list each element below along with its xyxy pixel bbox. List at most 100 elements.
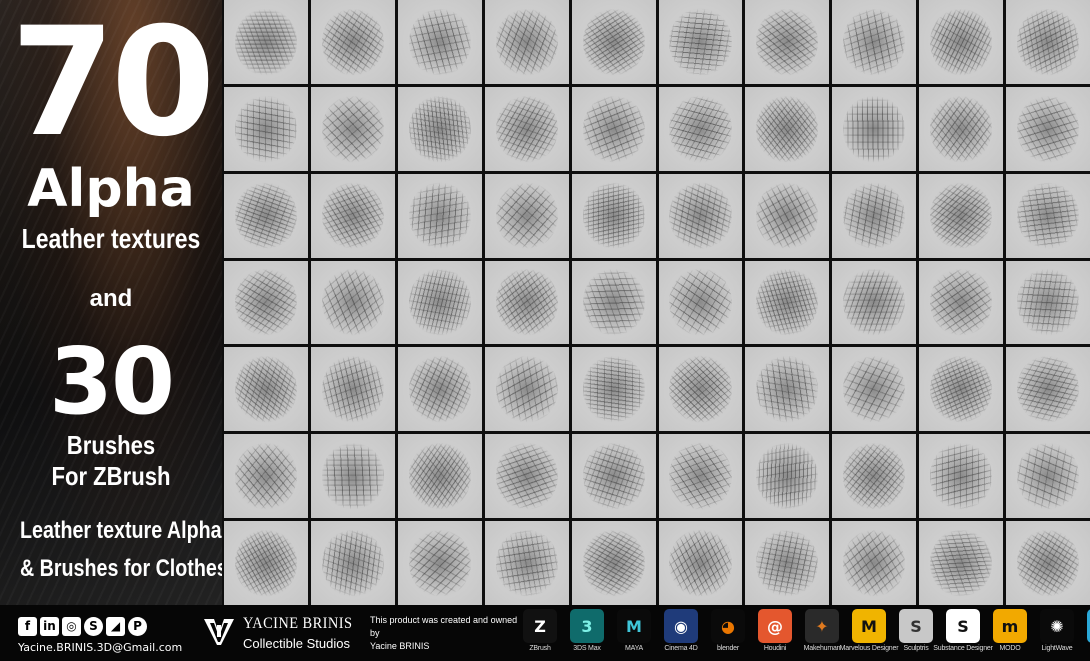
leather-texture-alpha	[582, 354, 645, 424]
makehuman-icon: ✦	[805, 609, 839, 643]
software-makehuman: ✦ Makehuman	[800, 609, 844, 652]
alpha-thumbnail	[484, 521, 569, 605]
alpha-thumbnail	[397, 347, 482, 432]
sculptris-icon: S	[899, 609, 933, 643]
alpha-preview-grid	[222, 0, 1090, 605]
leather-texture-alpha	[408, 441, 471, 511]
software-label: Makehuman	[803, 645, 841, 652]
leather-texture-alpha	[234, 528, 297, 598]
alpha-thumbnail	[832, 347, 917, 432]
software-label: MODO	[999, 645, 1021, 652]
alpha-thumbnail	[745, 173, 830, 258]
leather-texture-alpha	[843, 441, 906, 511]
leather-texture-alpha	[234, 181, 297, 250]
alpha-thumbnail	[310, 0, 395, 84]
skype-icon[interactable]: S	[84, 617, 103, 636]
alpha-thumbnail	[745, 0, 830, 84]
software-houdini: @ Houdini	[753, 609, 797, 652]
credit-line-1: This product was created and owned by	[370, 615, 518, 638]
substance-designer-icon: S	[946, 609, 980, 643]
leather-texture-alpha	[321, 94, 384, 164]
marvelous-designer-icon: M	[852, 609, 886, 643]
software-mudbox: MMudbox	[1082, 609, 1090, 652]
artstation-icon[interactable]: ◢	[106, 617, 125, 636]
leather-texture-alpha	[843, 268, 906, 337]
alpha-thumbnail	[658, 173, 743, 258]
leather-texture-alpha	[582, 181, 645, 250]
software-3ds-max: 3 3DS Max	[565, 609, 609, 652]
alpha-thumbnail	[397, 521, 482, 605]
credit-line-2: Yacine BRINIS	[370, 641, 430, 651]
leather-texture-alpha	[495, 354, 558, 424]
leather-texture-alpha	[756, 268, 819, 337]
leather-texture-alpha	[321, 181, 384, 250]
leather-texture-alpha	[756, 181, 819, 250]
alpha-thumbnail	[310, 173, 395, 258]
3ds-max-icon: 3	[570, 609, 604, 643]
tagline-line-1: Leather texture Alphas	[19, 517, 222, 544]
software-zbrush: Z ZBrush	[518, 609, 562, 652]
leather-subtitle: Leather textures	[21, 223, 201, 254]
leather-texture-alpha	[408, 528, 471, 598]
alpha-thumbnail	[658, 521, 743, 605]
leather-texture-alpha	[1017, 268, 1080, 337]
software-lightwave: ✺ LightWave	[1035, 609, 1079, 652]
alpha-thumbnail	[745, 521, 830, 605]
leather-texture-alpha	[408, 268, 471, 337]
alpha-thumbnail	[745, 86, 830, 171]
ownership-credit: This product was created and owned by Ya…	[370, 614, 520, 653]
alpha-thumbnail	[397, 434, 482, 519]
leather-texture-alpha	[756, 7, 819, 77]
leather-texture-alpha	[669, 354, 732, 424]
leather-texture-alpha	[1017, 181, 1080, 250]
alpha-thumbnail	[397, 173, 482, 258]
software-label: Houdini	[763, 645, 787, 652]
software-label: Substance Designer	[933, 645, 993, 652]
alpha-thumbnail	[919, 434, 1004, 519]
zbrush-icon: Z	[523, 609, 557, 643]
blender-icon: ◕	[711, 609, 745, 643]
leather-texture-alpha	[843, 181, 906, 250]
alpha-thumbnail	[397, 86, 482, 171]
leather-texture-alpha	[408, 181, 471, 250]
leather-texture-alpha	[408, 7, 471, 77]
alpha-thumbnail	[224, 434, 308, 519]
alpha-thumbnail	[571, 434, 656, 519]
linkedin-icon[interactable]: in	[40, 617, 59, 636]
leather-texture-alpha	[669, 181, 732, 250]
alpha-thumbnail	[832, 86, 917, 171]
alpha-thumbnail	[571, 0, 656, 84]
alpha-thumbnail	[658, 434, 743, 519]
leather-texture-alpha	[234, 354, 297, 424]
pinterest-icon[interactable]: P	[128, 617, 147, 636]
leather-texture-alpha	[756, 94, 819, 164]
instagram-icon[interactable]: ◎	[62, 617, 81, 636]
leather-texture-alpha	[234, 94, 297, 164]
alpha-thumbnail	[484, 260, 569, 345]
alpha-thumbnail	[745, 260, 830, 345]
leather-texture-alpha	[582, 94, 645, 164]
brushes-heading: Brushes	[66, 430, 156, 460]
alpha-thumbnail	[919, 521, 1004, 605]
leather-texture-alpha	[582, 528, 645, 598]
alpha-thumbnail	[397, 0, 482, 84]
alpha-thumbnail	[745, 434, 830, 519]
leather-texture-alpha	[495, 94, 558, 164]
facebook-icon[interactable]: f	[18, 617, 37, 636]
alpha-thumbnail	[919, 260, 1004, 345]
leather-texture-alpha	[1017, 528, 1080, 598]
leather-texture-alpha	[495, 7, 558, 77]
leather-texture-alpha	[321, 268, 384, 337]
leather-texture-alpha	[321, 528, 384, 598]
alpha-thumbnail	[571, 260, 656, 345]
alpha-thumbnail	[658, 86, 743, 171]
leather-texture-alpha	[582, 268, 645, 337]
alpha-thumbnail	[658, 0, 743, 84]
alpha-thumbnail	[832, 260, 917, 345]
leather-texture-alpha	[930, 354, 993, 424]
leather-texture-alpha	[669, 94, 732, 164]
alpha-thumbnail	[832, 0, 917, 84]
alpha-thumbnail	[224, 521, 308, 605]
lightwave-icon: ✺	[1040, 609, 1074, 643]
alpha-heading: Alpha	[27, 159, 195, 219]
